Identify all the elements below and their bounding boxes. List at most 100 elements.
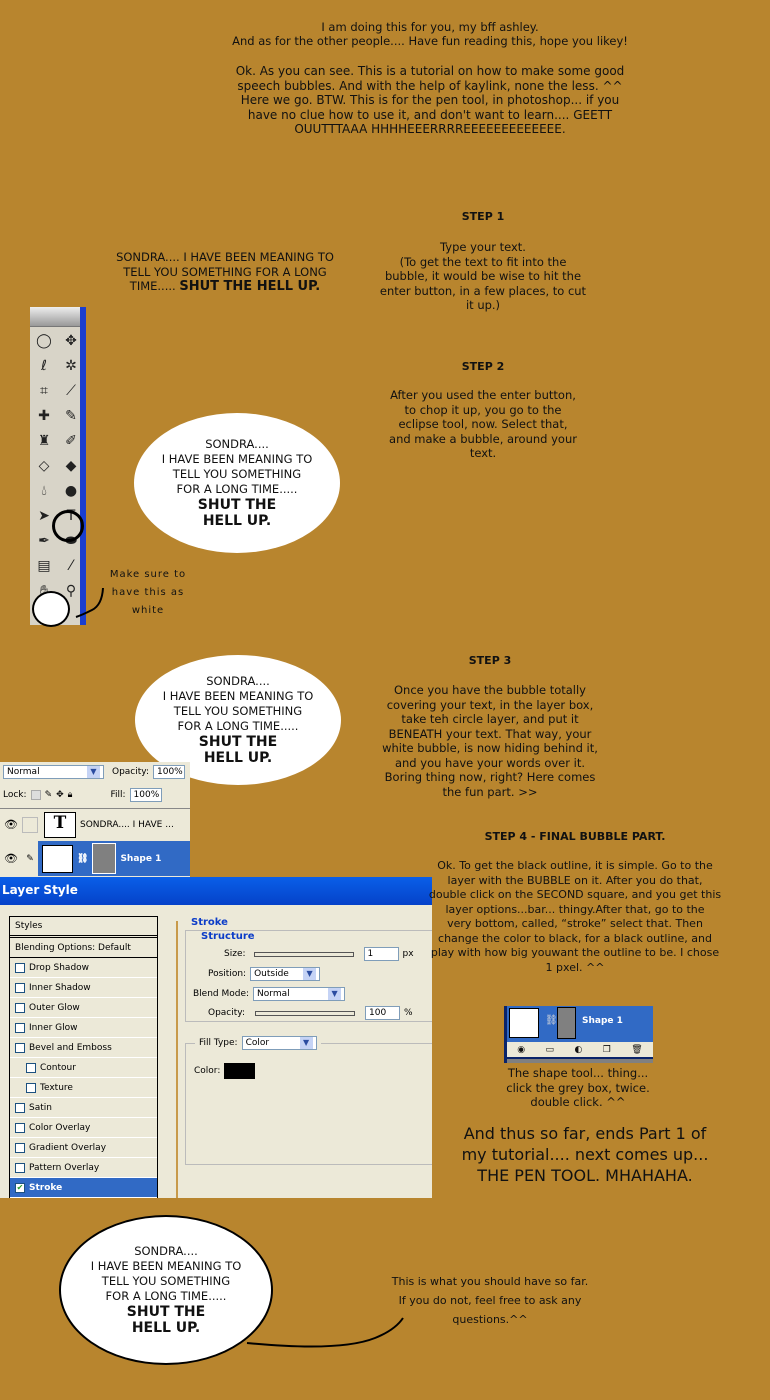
trash-icon[interactable]: 🗑︎ xyxy=(631,1045,642,1055)
bubble-line: I HAVE BEEN MEANING TO xyxy=(90,1259,242,1273)
history-brush-icon[interactable]: ✐ xyxy=(58,429,84,453)
stroke-opacity-input[interactable]: 100 xyxy=(365,1006,400,1020)
link-slot[interactable] xyxy=(22,816,38,833)
stroke-color-swatch[interactable] xyxy=(224,1063,256,1079)
lock-label: Lock: xyxy=(3,790,27,800)
sample-text: SONDRA.... I HAVE BEEN MEANING TO TELL Y… xyxy=(95,250,355,295)
styles-list: Styles Blending Options: Default Drop Sh… xyxy=(9,916,158,1198)
checkbox[interactable] xyxy=(15,962,25,973)
ellipse-tool-highlight xyxy=(52,510,84,542)
slice-icon[interactable]: ⟋ xyxy=(58,379,84,403)
style-item[interactable]: Inner Shadow xyxy=(10,978,157,998)
style-item[interactable]: Texture xyxy=(10,1078,157,1098)
foreground-color-swatch[interactable] xyxy=(32,591,70,627)
step-3-text: Once you have the bubble totally coverin… xyxy=(382,683,598,799)
style-item[interactable]: Drop Shadow xyxy=(10,958,157,978)
magic-wand-icon[interactable]: ✲ xyxy=(58,354,84,378)
chevron-down-icon: ▼ xyxy=(328,988,342,1000)
checkbox[interactable] xyxy=(15,1102,25,1113)
brush-icon: ✎ xyxy=(26,853,34,864)
fill-type-select[interactable]: Color ▼ xyxy=(241,1036,317,1050)
eraser-icon[interactable]: ◇ xyxy=(31,454,57,478)
layer-thumbnail xyxy=(42,844,73,873)
vector-mask-thumbnail[interactable] xyxy=(557,1007,576,1039)
checkbox[interactable] xyxy=(15,1022,25,1033)
opacity-unit: % xyxy=(404,1008,413,1018)
toolbox: ◯✥ℓ✲⌗⟋✚✎♜✐◇◆💧︎●➤T✒⬬▤⁄✋︎⚲ xyxy=(30,307,86,627)
style-item[interactable]: Pattern Overlay xyxy=(10,1158,157,1178)
layer-row-text[interactable]: 👁︎ T SONDRA.... I HAVE ... xyxy=(0,808,190,840)
shape-caption: The shape tool... thing... click the gre… xyxy=(506,1066,650,1109)
dodge-icon[interactable]: ● xyxy=(58,479,84,503)
brush-icon[interactable]: ✎ xyxy=(58,404,84,428)
blending-options[interactable]: Blending Options: Default xyxy=(10,938,157,958)
intro-line-1: I am doing this for you, my bff ashley. xyxy=(321,20,539,34)
lock-transparency-icon[interactable] xyxy=(30,790,41,800)
eyedropper-icon[interactable]: ⁄ xyxy=(58,554,84,578)
style-item-label: Stroke xyxy=(29,1182,63,1193)
toolbox-grid: ◯✥ℓ✲⌗⟋✚✎♜✐◇◆💧︎●➤T✒⬬▤⁄✋︎⚲ xyxy=(30,327,80,605)
stamp-icon[interactable]: ♜ xyxy=(31,429,57,453)
structure-section-title: Structure xyxy=(201,931,255,942)
healing-brush-icon[interactable]: ✚ xyxy=(31,404,57,428)
blur-icon[interactable]: 💧︎ xyxy=(31,479,57,503)
style-item[interactable]: Bevel and Emboss xyxy=(10,1038,157,1058)
stroke-blend-select[interactable]: Normal ▼ xyxy=(253,987,346,1001)
marquee-icon[interactable]: ◯ xyxy=(31,329,57,353)
checkbox[interactable] xyxy=(15,1122,25,1133)
checkbox[interactable] xyxy=(26,1082,36,1093)
style-item-label: Contour xyxy=(40,1062,76,1073)
style-item-label: Inner Shadow xyxy=(29,982,91,993)
style-item[interactable]: Color Overlay xyxy=(10,1118,157,1138)
checkbox[interactable] xyxy=(15,1142,25,1153)
checkbox[interactable] xyxy=(15,1162,25,1173)
fill-type-value: Color xyxy=(245,1038,270,1048)
crop-icon[interactable]: ⌗ xyxy=(31,379,57,403)
checkbox[interactable] xyxy=(15,982,25,993)
bucket-icon[interactable]: ◆ xyxy=(58,454,84,478)
add-layer-style-icon[interactable]: ◉ xyxy=(517,1045,525,1055)
style-item-label: Gradient Overlay xyxy=(29,1142,107,1153)
eye-icon[interactable]: 👁︎ xyxy=(0,818,22,831)
step-2-title: STEP 2 xyxy=(461,360,505,373)
checkbox[interactable] xyxy=(15,1042,25,1053)
position-select[interactable]: Outside ▼ xyxy=(250,967,321,981)
checkbox[interactable] xyxy=(15,1002,25,1013)
adjustment-layer-icon[interactable]: ◐ xyxy=(574,1045,582,1055)
lock-all-icon[interactable]: 🔒︎ xyxy=(68,790,73,800)
opacity-input[interactable]: 100% xyxy=(153,765,185,779)
lock-brush-icon[interactable]: ✎ xyxy=(45,790,53,800)
eye-icon[interactable]: 👁︎ xyxy=(0,852,22,865)
move-icon[interactable]: ✥ xyxy=(58,329,84,353)
style-item[interactable]: ✔ Stroke xyxy=(10,1178,157,1198)
blend-mode-label: Blend Mode: xyxy=(193,989,250,999)
style-item[interactable]: Inner Glow xyxy=(10,1018,157,1038)
blend-mode-select[interactable]: Normal ▼ xyxy=(3,765,104,779)
lock-move-icon[interactable]: ✥ xyxy=(56,790,64,800)
style-item[interactable]: Satin xyxy=(10,1098,157,1118)
notes-icon[interactable]: ▤ xyxy=(31,554,57,578)
size-input[interactable]: 1 xyxy=(363,947,399,961)
folder-icon[interactable]: ▭ xyxy=(546,1045,555,1055)
fill-label: Fill: xyxy=(110,790,126,800)
vector-mask-thumbnail[interactable] xyxy=(92,843,117,874)
bubble-line: TELL YOU SOMETHING xyxy=(172,467,302,481)
opacity-slider[interactable] xyxy=(255,1010,355,1016)
styles-header[interactable]: Styles xyxy=(10,917,157,938)
chevron-down-icon: ▼ xyxy=(303,968,317,980)
fill-input[interactable]: 100% xyxy=(129,788,162,802)
checkbox[interactable] xyxy=(26,1062,36,1073)
lasso-icon[interactable]: ℓ xyxy=(31,354,57,378)
layer-row-shape[interactable]: 👁︎ ✎ ⛓︎ Shape 1 xyxy=(0,841,190,876)
toolbox-note: Make sure to have this as white xyxy=(109,569,187,616)
size-slider[interactable] xyxy=(253,951,354,957)
ending-text: And thus so far, ends Part 1 of my tutor… xyxy=(461,1124,709,1185)
style-item[interactable]: Contour xyxy=(10,1058,157,1078)
layer-name: Shape 1 xyxy=(582,1016,623,1026)
style-item[interactable]: Outer Glow xyxy=(10,998,157,1018)
checkbox[interactable]: ✔ xyxy=(15,1182,25,1193)
new-layer-icon[interactable]: ❐ xyxy=(603,1045,611,1055)
step-3-title: STEP 3 xyxy=(468,654,512,667)
style-item[interactable]: Gradient Overlay xyxy=(10,1138,157,1158)
bubble-line: I HAVE BEEN MEANING TO xyxy=(161,452,313,466)
